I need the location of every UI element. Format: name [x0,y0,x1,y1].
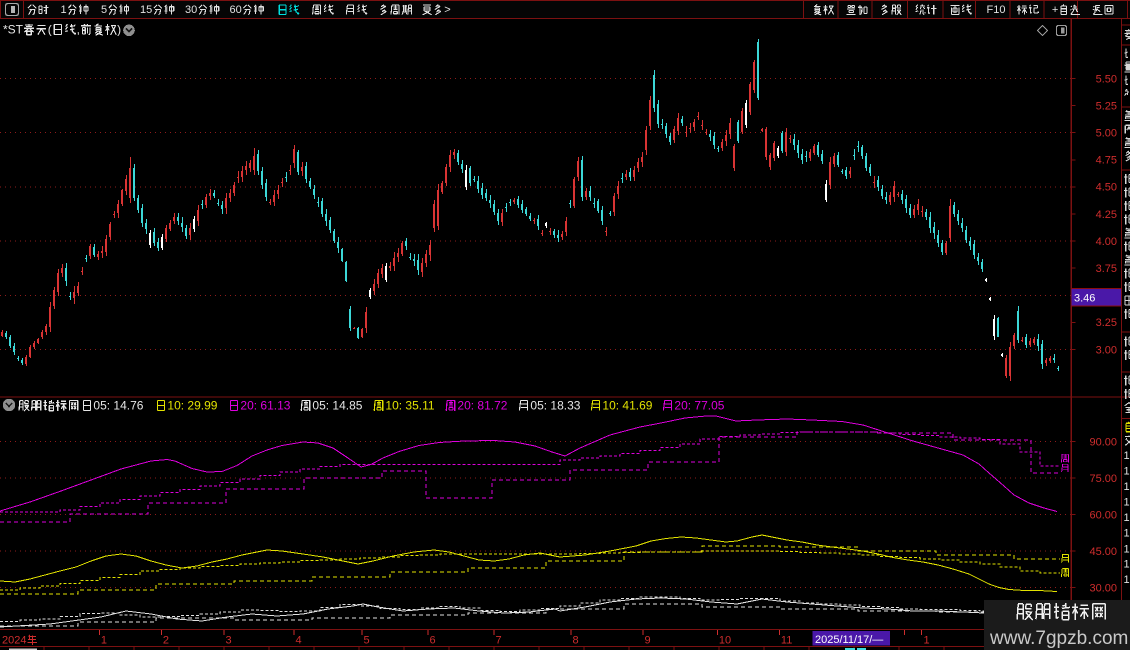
svg-text:05: 14.76: 05: 14.76 [93,398,143,412]
svg-text:2024: 2024 [2,635,26,647]
svg-text:3.75: 3.75 [1096,263,1117,275]
svg-text:1: 1 [61,4,67,16]
svg-text:4.50: 4.50 [1096,182,1117,194]
svg-text:5: 5 [101,4,107,16]
svg-text:(: ( [48,22,52,36]
svg-text:5.00: 5.00 [1096,128,1117,140]
svg-text:2025/11/17/—: 2025/11/17/— [815,634,883,646]
svg-text:): ) [117,22,121,36]
svg-text:1: 1 [1124,544,1130,556]
svg-text:1: 1 [1124,528,1130,540]
svg-text:3.46: 3.46 [1074,293,1095,305]
svg-text:60.00: 60.00 [1089,509,1117,521]
svg-text:3: 3 [226,635,232,647]
svg-text:*ST: *ST [3,22,24,36]
svg-text:20: 77.05: 20: 77.05 [674,398,724,412]
svg-text:+: + [1052,4,1058,16]
svg-text:www.7gpzb.com: www.7gpzb.com [989,628,1128,649]
svg-text:1: 1 [1124,497,1130,509]
svg-text:10: 41.69: 10: 41.69 [602,398,652,412]
svg-text:5: 5 [364,635,370,647]
svg-text:7: 7 [496,635,502,647]
svg-text:8: 8 [573,635,579,647]
svg-text:1: 1 [101,635,107,647]
svg-text:05: 14.85: 05: 14.85 [312,398,362,412]
svg-text:60: 60 [230,4,242,16]
svg-text:4.00: 4.00 [1096,236,1117,248]
svg-text:1: 1 [1124,466,1130,478]
svg-text:F10: F10 [987,4,1006,16]
svg-text:1: 1 [924,635,930,647]
svg-text:4.25: 4.25 [1096,209,1117,221]
svg-text:1: 1 [1124,574,1130,586]
svg-text:,: , [77,22,80,36]
svg-text:75.00: 75.00 [1089,473,1117,485]
svg-text:1: 1 [1124,559,1130,571]
svg-text:30.00: 30.00 [1089,582,1117,594]
svg-text:5.50: 5.50 [1096,73,1117,85]
svg-text:9: 9 [645,635,651,647]
svg-text:20: 61.13: 20: 61.13 [240,398,290,412]
svg-text:1: 1 [1124,481,1130,493]
svg-text:30: 30 [185,4,197,16]
svg-text:3.25: 3.25 [1096,317,1117,329]
svg-text:11: 11 [781,635,792,647]
svg-text:45.00: 45.00 [1089,546,1117,558]
svg-text:4: 4 [296,635,302,647]
svg-text:20: 81.72: 20: 81.72 [457,398,507,412]
svg-text:1: 1 [1124,512,1130,524]
svg-text:5.25: 5.25 [1096,100,1117,112]
svg-text:1: 1 [1124,450,1130,462]
svg-text:05: 18.33: 05: 18.33 [530,398,580,412]
svg-text:3.00: 3.00 [1096,344,1117,356]
svg-text:>: > [444,4,450,16]
svg-text:10: 29.99: 10: 29.99 [167,398,217,412]
svg-text:10: 35.11: 10: 35.11 [385,398,434,412]
svg-text:15: 15 [140,4,152,16]
svg-text:2: 2 [163,635,169,647]
svg-text:90.00: 90.00 [1089,436,1117,448]
svg-text:10: 10 [719,635,731,647]
svg-text:4.75: 4.75 [1096,155,1117,167]
svg-text:6: 6 [430,635,436,647]
